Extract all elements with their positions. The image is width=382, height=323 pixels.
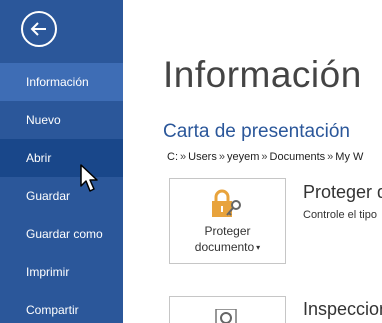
- inspect-document-button[interactable]: [169, 296, 286, 323]
- path-separator: »: [218, 151, 225, 163]
- sidebar-item-compartir[interactable]: Compartir: [0, 291, 123, 323]
- protect-label-line1: Proteger: [204, 224, 251, 238]
- sidebar-item-label: Guardar: [26, 189, 71, 203]
- path-separator: »: [180, 151, 187, 163]
- path-separator: »: [261, 151, 268, 163]
- sidebar-item-label: Abrir: [26, 151, 52, 165]
- sidebar-item-abrir[interactable]: Abrir: [0, 139, 123, 177]
- inspect-section-title: Inspeccion: [303, 299, 382, 319]
- sidebar-item-label: Nuevo: [26, 113, 61, 127]
- sidebar-item-guardar[interactable]: Guardar: [0, 177, 123, 215]
- path-segment: My W: [335, 151, 364, 163]
- sidebar-item-label: Guardar como: [26, 227, 103, 241]
- inspect-document-icon: [215, 309, 237, 323]
- path-segment: C:: [167, 151, 178, 163]
- path-segment: Documents: [269, 151, 326, 163]
- sidebar-item-label: Información: [26, 75, 89, 89]
- protect-section-description: Controle el tipo: [303, 209, 377, 221]
- info-panel: Información Carta de presentación C:» Use…: [123, 0, 382, 323]
- protect-document-button[interactable]: Proteger documento ▾: [169, 178, 286, 264]
- backstage-sidebar: Información Nuevo Abrir Guardar Guardar …: [0, 0, 123, 323]
- path-segment: yeyem: [226, 151, 260, 163]
- backstage-view: Información Nuevo Abrir Guardar Guardar …: [0, 0, 382, 323]
- sidebar-item-guardar-como[interactable]: Guardar como: [0, 215, 123, 253]
- chevron-down-icon: ▾: [256, 242, 261, 252]
- sidebar-item-label: Imprimir: [26, 265, 70, 279]
- path-separator: »: [327, 151, 334, 163]
- document-title: Carta de presentación: [163, 121, 350, 142]
- back-arrow-icon: [30, 22, 46, 36]
- protect-label-line2: documento: [194, 240, 255, 254]
- sidebar-item-label: Compartir: [26, 303, 79, 317]
- mouse-cursor-icon: [80, 164, 98, 192]
- sidebar-item-imprimir[interactable]: Imprimir: [0, 253, 123, 291]
- protect-document-label: Proteger documento ▾: [170, 223, 285, 256]
- sidebar-item-informacion[interactable]: Información: [0, 63, 123, 101]
- protect-section-title: Proteger d: [303, 182, 382, 202]
- path-segment: Users: [188, 151, 217, 163]
- page-title: Información: [163, 54, 362, 95]
- document-path[interactable]: C:» Users» yeyem» Documents» My W: [167, 151, 363, 163]
- back-button[interactable]: [21, 11, 57, 47]
- lock-key-icon: [212, 189, 241, 217]
- sidebar-item-nuevo[interactable]: Nuevo: [0, 101, 123, 139]
